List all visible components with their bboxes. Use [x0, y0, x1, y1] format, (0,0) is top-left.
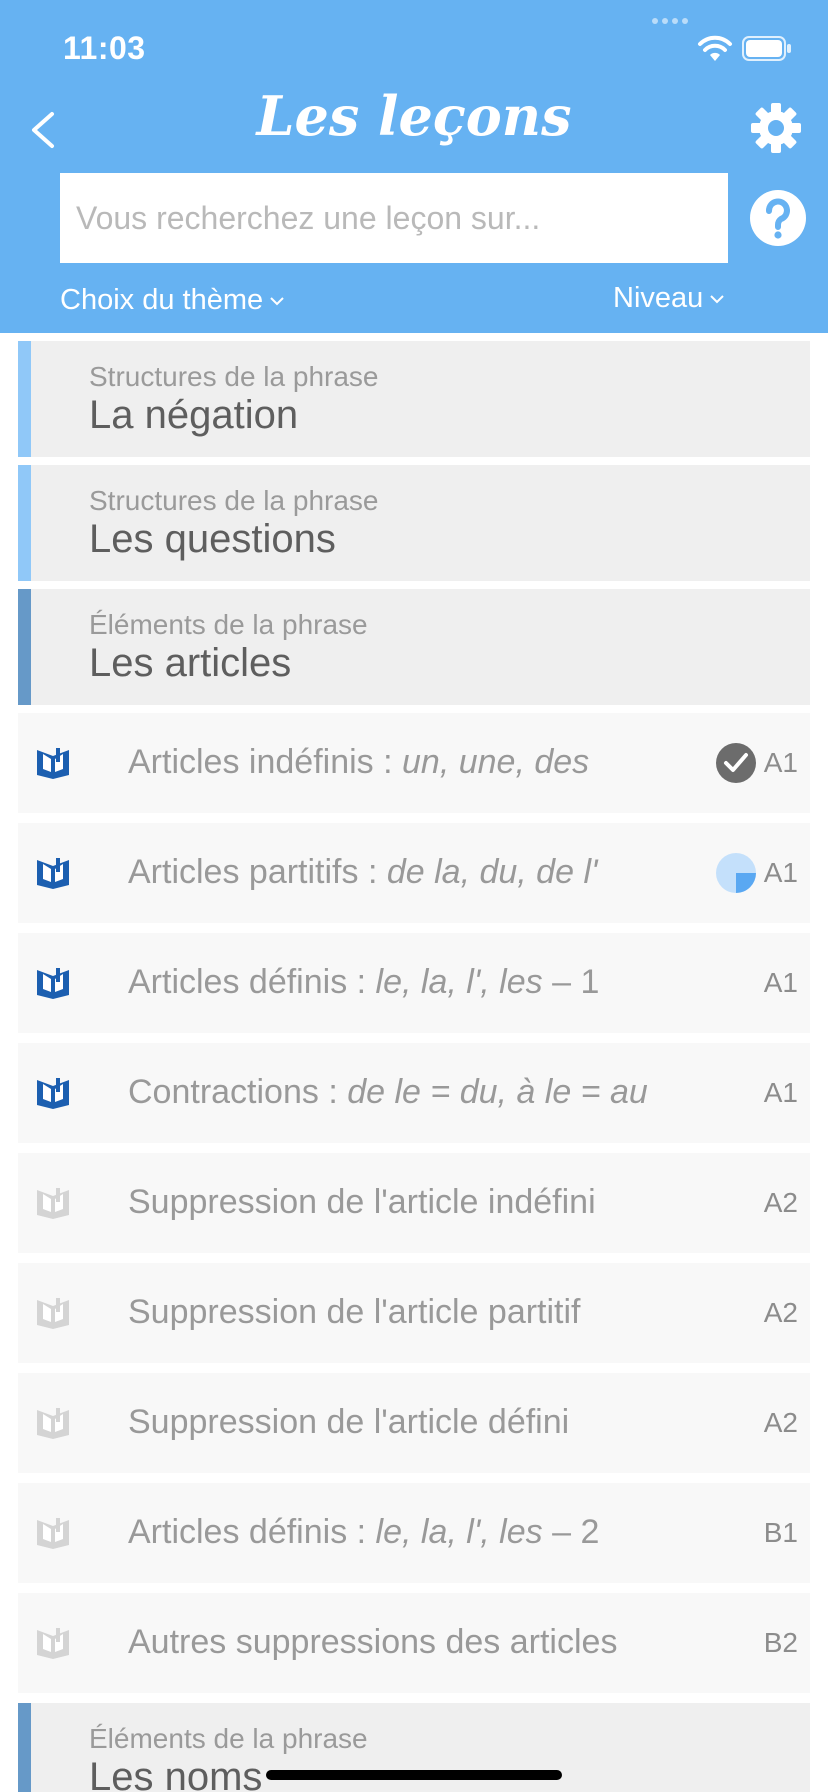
- page-title: Les leçons: [256, 84, 572, 148]
- lesson-row[interactable]: Suppression de l'article défini A2: [18, 1373, 810, 1473]
- level-badge: B2: [763, 1627, 798, 1658]
- status-time: 11:03: [63, 30, 146, 66]
- lesson-row[interactable]: Articles partitifs : de la, du, de l' A1: [18, 823, 810, 923]
- lesson-title: Suppression de l'article défini: [128, 1403, 570, 1441]
- book-icon: [37, 968, 69, 999]
- section-title: Les questions: [89, 517, 336, 561]
- lesson-row[interactable]: Articles définis : le, la, l', les – 1 A…: [18, 933, 810, 1033]
- lesson-row[interactable]: Suppression de l'article indéfini A2: [18, 1153, 810, 1253]
- lesson-title: Contractions : de le = du, à le = au: [128, 1073, 648, 1111]
- level-badge: A1: [763, 747, 798, 778]
- chevron-down-icon: [270, 297, 284, 306]
- book-locked-icon: [37, 1518, 69, 1549]
- book-icon: [37, 1078, 69, 1109]
- section-title: Les articles: [89, 641, 292, 685]
- level-filter-label: Niveau: [613, 282, 704, 314]
- section-color-bar: [18, 1703, 31, 1792]
- book-icon: [37, 858, 69, 889]
- progress-pie-icon: [716, 853, 756, 893]
- section-header-negation[interactable]: Structures de la phrase La négation: [18, 341, 810, 457]
- level-badge: A2: [763, 1297, 798, 1328]
- completed-check-icon: [716, 743, 756, 783]
- theme-filter-dropdown[interactable]: Choix du thème: [60, 284, 285, 317]
- section-category: Éléments de la phrase: [89, 609, 368, 640]
- lesson-title: Suppression de l'article indéfini: [128, 1183, 596, 1221]
- section-category: Structures de la phrase: [89, 485, 379, 516]
- home-indicator[interactable]: [266, 1770, 562, 1780]
- section-category: Structures de la phrase: [89, 361, 379, 392]
- section-color-bar: [18, 589, 31, 705]
- wifi-icon: [698, 35, 732, 61]
- lesson-title: Articles définis : le, la, l', les – 2: [128, 1513, 600, 1551]
- section-header-questions[interactable]: Structures de la phrase Les questions: [18, 465, 810, 581]
- battery-icon: [742, 36, 791, 61]
- lesson-row[interactable]: Contractions : de le = du, à le = au A1: [18, 1043, 810, 1143]
- settings-gear-icon[interactable]: [749, 101, 803, 155]
- level-badge: A2: [763, 1187, 798, 1218]
- section-color-bar: [18, 465, 31, 581]
- search-input[interactable]: [60, 173, 728, 263]
- help-icon[interactable]: [749, 189, 807, 247]
- lesson-row[interactable]: Articles indéfinis : un, une, des A1: [18, 713, 810, 813]
- level-badge: A2: [763, 1407, 798, 1438]
- lesson-row[interactable]: Articles définis : le, la, l', les – 2 B…: [18, 1483, 810, 1583]
- header: 11:03 Les leçons Vous recherchez une leç…: [0, 0, 828, 333]
- section-title: La négation: [89, 393, 299, 437]
- book-icon: [37, 748, 69, 779]
- chevron-down-icon: [710, 295, 724, 304]
- lesson-title: Articles indéfinis : un, une, des: [128, 743, 590, 781]
- cellular-signal-icon: [652, 18, 692, 26]
- book-locked-icon: [37, 1408, 69, 1439]
- lesson-title: Articles définis : le, la, l', les – 1: [128, 963, 600, 1001]
- level-badge: A1: [763, 1077, 798, 1108]
- book-locked-icon: [37, 1628, 69, 1659]
- level-badge: A1: [763, 857, 798, 888]
- section-title: Les noms: [89, 1755, 263, 1792]
- level-badge: B1: [763, 1517, 798, 1548]
- level-filter-dropdown[interactable]: Niveau: [613, 282, 725, 315]
- section-color-bar: [18, 341, 31, 457]
- level-badge: A1: [763, 967, 798, 998]
- lesson-title: Autres suppressions des articles: [128, 1623, 618, 1661]
- book-locked-icon: [37, 1298, 69, 1329]
- section-header-articles[interactable]: Éléments de la phrase Les articles: [18, 589, 810, 705]
- lesson-title: Articles partitifs : de la, du, de l': [128, 853, 598, 891]
- lesson-title: Suppression de l'article partitif: [128, 1293, 581, 1331]
- section-category: Éléments de la phrase: [89, 1723, 368, 1754]
- lesson-row[interactable]: Suppression de l'article partitif A2: [18, 1263, 810, 1363]
- lesson-row[interactable]: Autres suppressions des articles B2: [18, 1593, 810, 1693]
- book-locked-icon: [37, 1188, 69, 1219]
- theme-filter-label: Choix du thème: [60, 284, 264, 316]
